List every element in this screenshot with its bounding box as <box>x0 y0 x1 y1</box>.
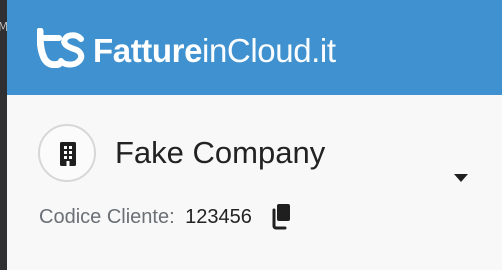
app-brand-strong: Fatture <box>93 32 203 69</box>
app-header: FattureinCloud.it <box>7 0 502 95</box>
company-name: Fake Company <box>115 135 326 170</box>
copy-icon[interactable] <box>270 202 294 230</box>
client-code-row: Codice Cliente: 123456 <box>39 203 294 233</box>
account-panel: FattureinCloud.it Fake Company Codice Cl… <box>7 0 502 270</box>
client-code-value: 123456 <box>185 206 252 228</box>
app-brand-light: inCloud.it <box>202 32 336 69</box>
building-icon <box>60 142 76 166</box>
fattureincloud-logo-icon <box>37 28 85 68</box>
client-code-label: Codice Cliente: <box>39 206 175 228</box>
app-brand: FattureinCloud.it <box>93 31 336 71</box>
window-edge: M <box>0 0 8 270</box>
company-selector[interactable]: Fake Company <box>38 124 498 184</box>
caret-down-icon[interactable] <box>453 173 469 183</box>
company-avatar <box>38 124 96 182</box>
